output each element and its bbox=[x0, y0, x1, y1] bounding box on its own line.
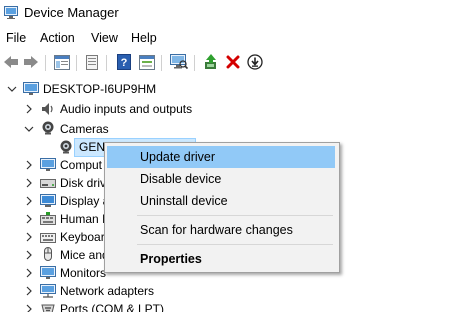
svg-text:?: ? bbox=[121, 57, 128, 69]
help-icon[interactable]: ? bbox=[115, 53, 133, 71]
tree-item-label: Comput bbox=[60, 158, 103, 172]
download-icon[interactable] bbox=[246, 53, 264, 71]
tree-item-label: Network adapters bbox=[60, 284, 155, 298]
speaker-icon bbox=[42, 103, 53, 115]
network-icon bbox=[40, 284, 56, 298]
keyboard-icon bbox=[40, 233, 56, 243]
menu-item-disable-device[interactable]: Disable device bbox=[107, 168, 335, 190]
tree-item-network-adapters[interactable]: Network adapters bbox=[0, 282, 300, 300]
menu-item-label: Properties bbox=[140, 252, 202, 266]
chevron-right-icon[interactable] bbox=[24, 304, 34, 312]
tree-item-label: Disk driv bbox=[60, 176, 107, 190]
toolbar-separator bbox=[194, 55, 195, 71]
menu-item-uninstall-device[interactable]: Uninstall device bbox=[107, 190, 335, 212]
title-bar: Device Manager bbox=[0, 0, 458, 27]
forward-icon[interactable] bbox=[22, 53, 40, 71]
camera-icon bbox=[42, 121, 54, 135]
chevron-right-icon[interactable] bbox=[24, 178, 34, 188]
menu-item-label: Scan for hardware changes bbox=[140, 223, 293, 237]
menu-file[interactable]: File bbox=[6, 31, 26, 45]
menu-item-properties[interactable]: Properties bbox=[107, 248, 335, 270]
view-icon[interactable] bbox=[138, 53, 156, 71]
toolbar-separator bbox=[161, 55, 162, 71]
back-icon[interactable] bbox=[2, 53, 20, 71]
camera-icon bbox=[60, 140, 72, 154]
show-hide-tree-icon[interactable] bbox=[53, 53, 71, 71]
chevron-down-icon[interactable] bbox=[7, 84, 17, 94]
menu-item-label: Disable device bbox=[140, 172, 222, 186]
update-driver-icon[interactable] bbox=[202, 53, 220, 71]
properties-icon[interactable] bbox=[83, 53, 101, 71]
tree-item-label: Mice and bbox=[60, 248, 109, 262]
window-title: Device Manager bbox=[24, 5, 119, 20]
chevron-right-icon[interactable] bbox=[24, 160, 34, 170]
monitor-icon bbox=[40, 266, 56, 279]
chevron-right-icon[interactable] bbox=[24, 250, 34, 260]
chevron-right-icon[interactable] bbox=[24, 196, 34, 206]
toolbar: ? bbox=[0, 51, 458, 75]
tree-item-label: Audio inputs and outputs bbox=[60, 102, 193, 116]
tree-item-ports[interactable]: Ports (COM & LPT) bbox=[0, 300, 300, 312]
menu-action[interactable]: Action bbox=[40, 31, 75, 45]
chevron-down-icon[interactable] bbox=[24, 124, 34, 134]
device-manager-app-icon bbox=[4, 6, 18, 19]
hid-icon bbox=[40, 212, 56, 225]
tree-item-label: Monitors bbox=[60, 266, 107, 280]
tree-item-label: Ports (COM & LPT) bbox=[60, 302, 165, 312]
scan-hardware-icon[interactable] bbox=[170, 53, 188, 71]
menu-separator bbox=[137, 244, 333, 245]
menu-help[interactable]: Help bbox=[131, 31, 157, 45]
context-menu: Update driver Disable device Uninstall d… bbox=[104, 142, 340, 273]
toolbar-separator bbox=[76, 55, 77, 71]
chevron-right-icon[interactable] bbox=[24, 214, 34, 224]
disk-drive-icon bbox=[40, 179, 56, 188]
computer-icon bbox=[40, 158, 56, 171]
tree-item-audio[interactable]: Audio inputs and outputs bbox=[0, 100, 300, 118]
tree-item-label: Display a bbox=[60, 194, 110, 208]
chevron-right-icon[interactable] bbox=[24, 232, 34, 242]
menu-bar: File Action View Help bbox=[0, 30, 458, 48]
device-manager-window: Device Manager File Action View Help ? D… bbox=[0, 0, 458, 312]
toolbar-separator bbox=[45, 55, 46, 71]
tree-item-label: Keyboar bbox=[60, 230, 105, 244]
uninstall-icon[interactable] bbox=[224, 53, 242, 71]
menu-item-scan-hardware[interactable]: Scan for hardware changes bbox=[107, 219, 335, 241]
chevron-right-icon[interactable] bbox=[24, 268, 34, 278]
tree-item-cameras[interactable]: Cameras bbox=[0, 120, 300, 138]
chevron-right-icon[interactable] bbox=[24, 104, 34, 114]
menu-separator bbox=[137, 215, 333, 216]
display-adapter-icon bbox=[40, 194, 56, 207]
menu-item-label: Uninstall device bbox=[140, 194, 228, 208]
tree-root[interactable]: DESKTOP-I6UP9HM bbox=[0, 80, 300, 98]
tree-root-label: DESKTOP-I6UP9HM bbox=[43, 82, 157, 96]
mouse-icon bbox=[44, 247, 52, 261]
tree-item-label: Human I bbox=[60, 212, 106, 226]
chevron-right-icon[interactable] bbox=[24, 286, 34, 296]
toolbar-separator bbox=[106, 55, 107, 71]
tree-item-label: Cameras bbox=[60, 122, 109, 136]
computer-icon bbox=[23, 82, 39, 95]
menu-item-update-driver[interactable]: Update driver bbox=[107, 146, 335, 168]
menu-item-label: Update driver bbox=[140, 150, 216, 164]
port-icon bbox=[41, 304, 55, 312]
menu-view[interactable]: View bbox=[91, 31, 118, 45]
